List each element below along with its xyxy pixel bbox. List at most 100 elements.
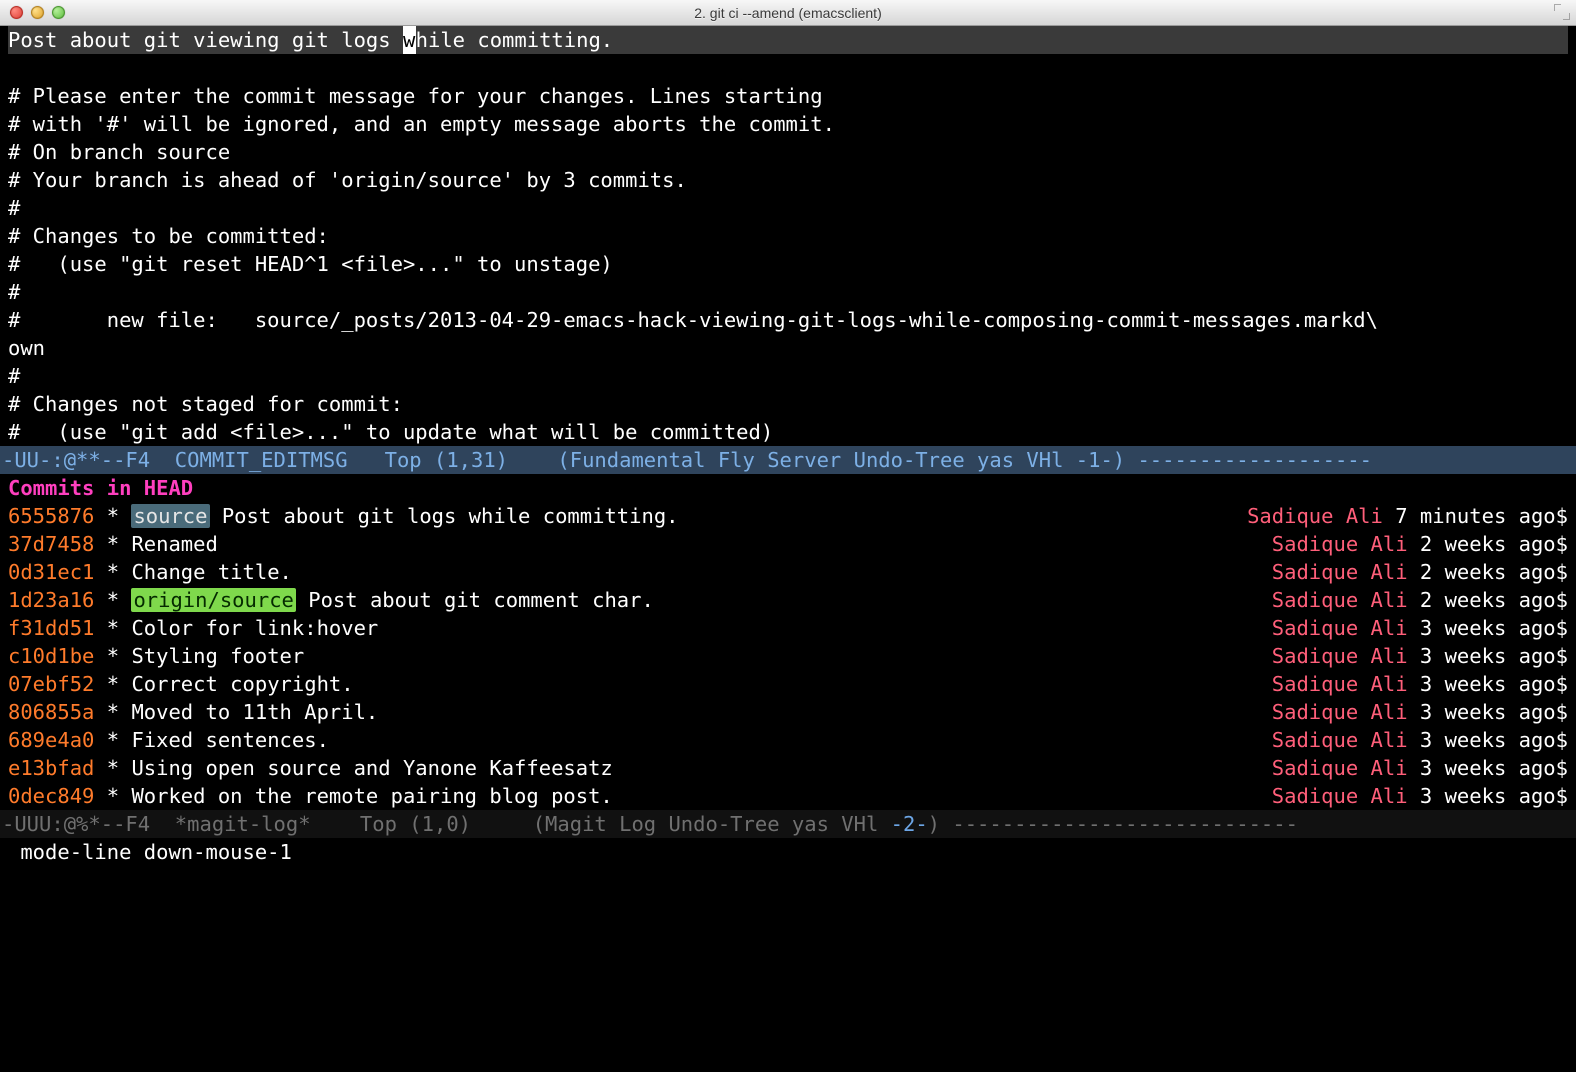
eol-marker: $ [1556,756,1568,780]
commit-sha[interactable]: 689e4a0 [8,728,94,752]
comment-line: # Your branch is ahead of 'origin/source… [8,166,1568,194]
branch-remote-label[interactable]: origin/source [131,588,295,612]
commit-row[interactable]: 0d31ec1 * Change title.Sadique Ali 2 wee… [8,558,1568,586]
commit-sha[interactable]: e13bfad [8,756,94,780]
modeline-inactive-accent: -2- [891,812,928,836]
comment-line: own [8,334,1568,362]
comment-line: # [8,194,1568,222]
commit-message: Styling footer [131,644,304,668]
commit-row[interactable]: 07ebf52 * Correct copyright.Sadique Ali … [8,670,1568,698]
branch-local-label[interactable]: source [131,504,209,528]
commit-sha[interactable]: 07ebf52 [8,672,94,696]
comment-line: # new file: source/_posts/2013-04-29-ema… [8,306,1568,334]
commit-message: Fixed sentences. [131,728,328,752]
commit-message: Color for link:hover [131,616,378,640]
commit-time: 3 weeks ago [1420,728,1556,752]
eol-marker: $ [1556,728,1568,752]
eol-marker: $ [1556,700,1568,724]
commit-author: Sadique Ali [1272,588,1408,612]
commit-sha[interactable]: 37d7458 [8,532,94,556]
commit-time: 3 weeks ago [1420,784,1556,808]
comment-line: # Please enter the commit message for yo… [8,82,1568,110]
commit-editmsg-buffer[interactable]: Post about git viewing git logs while co… [0,26,1576,446]
eol-marker: $ [1556,560,1568,584]
fullscreen-icon[interactable] [1554,4,1570,20]
commit-time: 3 weeks ago [1420,616,1556,640]
graph-star-icon: * [107,700,119,724]
graph-star-icon: * [107,644,119,668]
echo-area: mode-line down-mouse-1 [0,838,1576,866]
commit-row[interactable]: 0dec849 * Worked on the remote pairing b… [8,782,1568,810]
commit-time: 2 weeks ago [1420,588,1556,612]
commit-row[interactable]: 37d7458 * RenamedSadique Ali 2 weeks ago… [8,530,1568,558]
close-button[interactable] [10,6,23,19]
commit-message: Renamed [131,532,217,556]
comment-line: # On branch source [8,138,1568,166]
commit-row[interactable]: c10d1be * Styling footer Sadique Ali 3 we… [8,642,1568,670]
commit-sha[interactable]: 0dec849 [8,784,94,808]
commit-row[interactable]: 6555876 * source Post about git logs whi… [8,502,1568,530]
zoom-button[interactable] [52,6,65,19]
graph-star-icon: * [107,504,119,528]
traffic-lights [10,6,65,19]
graph-star-icon: * [107,588,119,612]
comment-line: # [8,362,1568,390]
minimize-button[interactable] [31,6,44,19]
commit-time: 3 weeks ago [1420,756,1556,780]
commit-row[interactable]: 689e4a0 * Fixed sentences.Sadique Ali 3 … [8,726,1568,754]
commit-sha[interactable]: 0d31ec1 [8,560,94,584]
eol-marker: $ [1556,616,1568,640]
text-after-cursor: hile committing. [416,28,613,52]
commit-message-line[interactable]: Post about git viewing git logs while co… [8,26,1568,54]
commit-sha[interactable]: 1d23a16 [8,588,94,612]
window-title: 2. git ci --amend (emacsclient) [0,0,1576,27]
commit-author: Sadique Ali [1272,616,1408,640]
commit-sha[interactable]: 6555876 [8,504,94,528]
eol-marker: $ [1556,784,1568,808]
graph-star-icon: * [107,672,119,696]
commit-sha[interactable]: c10d1be [8,644,94,668]
commit-time: 7 minutes ago [1395,504,1555,528]
graph-star-icon: * [107,784,119,808]
modeline-inactive-pre: -UUU:@%*--F4 *magit-log* Top (1,0) (Magi… [2,812,891,836]
commit-row[interactable]: 1d23a16 * origin/source Post about git c… [8,586,1568,614]
commit-time: 3 weeks ago [1420,644,1556,668]
commit-time: 2 weeks ago [1420,532,1556,556]
modeline-inactive-post: ) ---------------------------- [928,812,1298,836]
text-cursor: w [403,26,416,54]
graph-star-icon: * [107,728,119,752]
commit-message: Post about git comment char. [308,588,654,612]
commit-row[interactable]: e13bfad * Using open source and Yanone K… [8,754,1568,782]
commit-message: Post about git logs while committing. [222,504,679,528]
eol-marker: $ [1556,504,1568,528]
graph-star-icon: * [107,756,119,780]
modeline-active[interactable]: -UU-:@**--F4 COMMIT_EDITMSG Top (1,31) (… [0,446,1576,474]
comment-line: # (use "git add <file>..." to update wha… [8,418,1568,446]
commit-template-comments: # Please enter the commit message for yo… [8,54,1568,446]
commit-row[interactable]: 806855a * Moved to 11th April.Sadique Al… [8,698,1568,726]
graph-star-icon: * [107,560,119,584]
window-titlebar: 2. git ci --amend (emacsclient) [0,0,1576,26]
commit-author: Sadique Ali [1272,784,1408,808]
commit-time: 2 weeks ago [1420,560,1556,584]
eol-marker: $ [1556,532,1568,556]
modeline-inactive[interactable]: -UUU:@%*--F4 *magit-log* Top (1,0) (Magi… [0,810,1576,838]
text-before-cursor: Post about git viewing git logs [8,28,403,52]
commit-author: Sadique Ali [1272,700,1408,724]
commit-sha[interactable]: 806855a [8,700,94,724]
commit-time: 3 weeks ago [1420,700,1556,724]
commit-author: Sadique Ali [1272,672,1408,696]
commit-author: Sadique Ali [1272,644,1408,668]
magit-log-heading: Commits in HEAD [8,474,1568,502]
comment-line: # Changes to be committed: [8,222,1568,250]
magit-log-rows: 6555876 * source Post about git logs whi… [8,502,1568,810]
graph-star-icon: * [107,616,119,640]
commit-author: Sadique Ali [1272,560,1408,584]
magit-log-buffer[interactable]: Commits in HEAD 6555876 * source Post ab… [0,474,1576,810]
comment-line [8,54,1568,82]
commit-message: Correct copyright. [131,672,353,696]
commit-message: Worked on the remote pairing blog post. [131,784,612,808]
commit-sha[interactable]: f31dd51 [8,616,94,640]
commit-author: Sadique Ali [1272,532,1408,556]
commit-row[interactable]: f31dd51 * Color for link:hover Sadique Al… [8,614,1568,642]
